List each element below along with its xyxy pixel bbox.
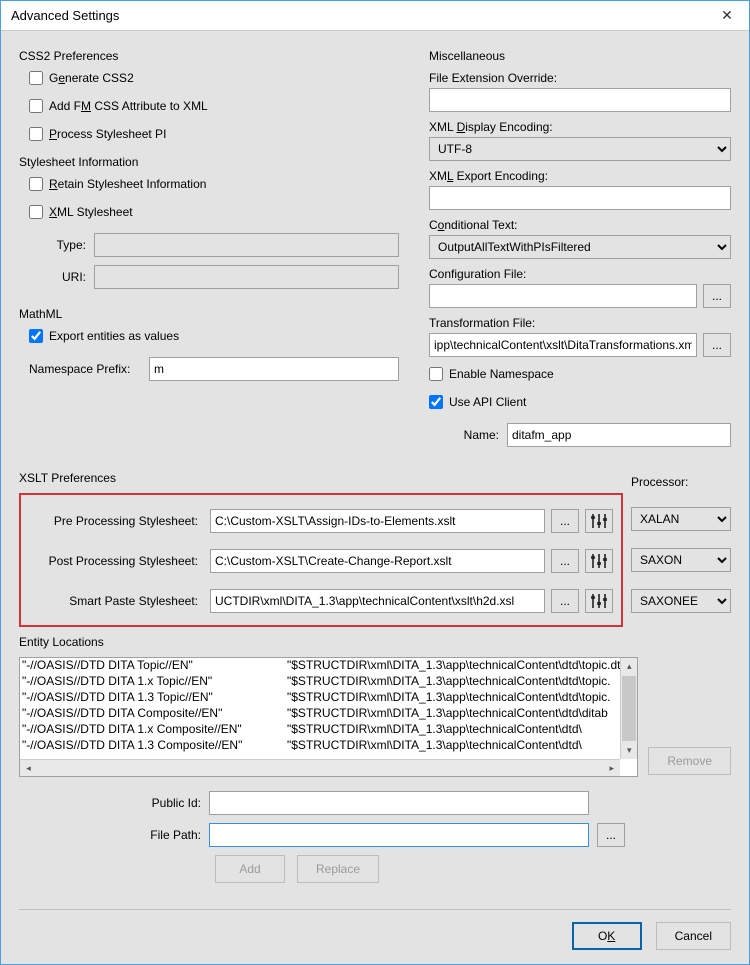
config-file-input[interactable] bbox=[429, 284, 697, 308]
entity-section-title: Entity Locations bbox=[19, 635, 731, 649]
display-encoding-select[interactable]: UTF-8 bbox=[429, 137, 731, 161]
file-ext-label: File Extension Override: bbox=[429, 71, 731, 85]
conditional-text-label: Conditional Text: bbox=[429, 218, 731, 232]
retain-stylesheet-checkbox[interactable] bbox=[29, 177, 43, 191]
use-api-client-label: Use API Client bbox=[449, 395, 526, 409]
add-button[interactable]: Add bbox=[215, 855, 285, 883]
sliders-icon bbox=[590, 512, 608, 530]
process-stylesheet-pi-checkbox[interactable] bbox=[29, 127, 43, 141]
file-path-input[interactable] bbox=[209, 823, 589, 847]
export-encoding-label: XML Export Encoding: bbox=[429, 169, 731, 183]
scroll-down-icon: ▾ bbox=[621, 742, 637, 759]
close-button[interactable]: ✕ bbox=[707, 2, 747, 30]
list-item: "-//OASIS//DTD DITA 1.3 Topic//EN""$STRU… bbox=[22, 690, 637, 706]
generate-css2-label: Generate CSS2 bbox=[49, 71, 134, 85]
display-encoding-label: XML Display Encoding: bbox=[429, 120, 731, 134]
list-item: "-//OASIS//DTD DITA Composite//EN""$STRU… bbox=[22, 706, 637, 722]
horizontal-scrollbar[interactable]: ◂ ▸ bbox=[20, 759, 620, 776]
smart-paste-input[interactable] bbox=[210, 589, 545, 613]
file-ext-input[interactable] bbox=[429, 88, 731, 112]
type-label: Type: bbox=[19, 238, 94, 252]
smart-paste-processor-select[interactable]: SAXONEE bbox=[631, 589, 731, 613]
export-entities-label: Export entities as values bbox=[49, 329, 179, 343]
api-name-label: Name: bbox=[449, 428, 507, 442]
scroll-left-icon: ◂ bbox=[20, 760, 37, 776]
ellipsis-icon: ... bbox=[712, 289, 722, 303]
cancel-button[interactable]: Cancel bbox=[656, 922, 731, 950]
pre-processing-input[interactable] bbox=[210, 509, 545, 533]
use-api-client-checkbox[interactable] bbox=[429, 395, 443, 409]
config-file-browse-button[interactable]: ... bbox=[703, 284, 731, 308]
pre-processing-settings-button[interactable] bbox=[585, 509, 613, 533]
xslt-section-title: XSLT Preferences bbox=[19, 471, 621, 485]
namespace-prefix-input[interactable] bbox=[149, 357, 399, 381]
ellipsis-icon: ... bbox=[606, 828, 616, 842]
xslt-highlight-box: Pre Processing Stylesheet: ... Post Proc… bbox=[19, 493, 623, 627]
generate-css2-checkbox[interactable] bbox=[29, 71, 43, 85]
public-id-label: Public Id: bbox=[19, 796, 209, 810]
replace-button[interactable]: Replace bbox=[297, 855, 379, 883]
file-path-label: File Path: bbox=[19, 828, 209, 842]
post-processing-label: Post Processing Stylesheet: bbox=[29, 554, 204, 568]
transformation-file-browse-button[interactable]: ... bbox=[703, 333, 731, 357]
footer: OK Cancel bbox=[19, 909, 731, 950]
pre-processing-label: Pre Processing Stylesheet: bbox=[29, 514, 204, 528]
ellipsis-icon: ... bbox=[560, 594, 570, 608]
namespace-prefix-label: Namespace Prefix: bbox=[29, 362, 149, 376]
post-processing-input[interactable] bbox=[210, 549, 545, 573]
mathml-section-title: MathML bbox=[19, 307, 399, 321]
list-item: "-//OASIS//DTD DITA 1.x Topic//EN""$STRU… bbox=[22, 674, 637, 690]
add-fm-css-checkbox[interactable] bbox=[29, 99, 43, 113]
smart-paste-browse-button[interactable]: ... bbox=[551, 589, 579, 613]
public-id-input[interactable] bbox=[209, 791, 589, 815]
sliders-icon bbox=[590, 592, 608, 610]
list-item: "-//OASIS//DTD DITA 1.x Composite//EN""$… bbox=[22, 722, 637, 738]
post-processing-browse-button[interactable]: ... bbox=[551, 549, 579, 573]
enable-namespace-label: Enable Namespace bbox=[449, 367, 554, 381]
list-item: "-//OASIS//DTD DITA 1.3 Composite//EN""$… bbox=[22, 738, 637, 754]
sliders-icon bbox=[590, 552, 608, 570]
scroll-up-icon: ▴ bbox=[621, 658, 637, 675]
smart-paste-settings-button[interactable] bbox=[585, 589, 613, 613]
file-path-browse-button[interactable]: ... bbox=[597, 823, 625, 847]
ok-button[interactable]: OK bbox=[572, 922, 642, 950]
pre-processor-select[interactable]: XALAN bbox=[631, 507, 731, 531]
remove-button[interactable]: Remove bbox=[648, 747, 731, 775]
entity-listbox[interactable]: "-//OASIS//DTD DITA Topic//EN""$STRUCTDI… bbox=[19, 657, 638, 777]
xml-stylesheet-checkbox[interactable] bbox=[29, 205, 43, 219]
type-input[interactable] bbox=[94, 233, 399, 257]
transformation-file-label: Transformation File: bbox=[429, 316, 731, 330]
xml-stylesheet-label: XML Stylesheet bbox=[49, 205, 133, 219]
uri-input[interactable] bbox=[94, 265, 399, 289]
conditional-text-select[interactable]: OutputAllTextWithPIsFiltered bbox=[429, 235, 731, 259]
pre-processing-browse-button[interactable]: ... bbox=[551, 509, 579, 533]
list-item: "-//OASIS//DTD DITA Topic//EN""$STRUCTDI… bbox=[22, 658, 637, 674]
processor-label: Processor: bbox=[631, 475, 731, 489]
process-stylesheet-pi-label: Process Stylesheet PI bbox=[49, 127, 166, 141]
add-fm-css-label: Add FM CSS Attribute to XML bbox=[49, 99, 208, 113]
close-icon: ✕ bbox=[721, 7, 733, 24]
ellipsis-icon: ... bbox=[560, 554, 570, 568]
uri-label: URI: bbox=[19, 270, 94, 284]
retain-stylesheet-label: Retain Stylesheet Information bbox=[49, 177, 206, 191]
post-processor-select[interactable]: SAXON bbox=[631, 548, 731, 572]
ellipsis-icon: ... bbox=[560, 514, 570, 528]
export-entities-checkbox[interactable] bbox=[29, 329, 43, 343]
window-title: Advanced Settings bbox=[11, 8, 119, 23]
smart-paste-label: Smart Paste Stylesheet: bbox=[29, 594, 204, 608]
enable-namespace-checkbox[interactable] bbox=[429, 367, 443, 381]
vertical-scrollbar[interactable]: ▴ ▾ bbox=[620, 658, 637, 759]
post-processing-settings-button[interactable] bbox=[585, 549, 613, 573]
titlebar: Advanced Settings ✕ bbox=[1, 1, 749, 31]
misc-section-title: Miscellaneous bbox=[429, 49, 731, 63]
css2-section-title: CSS2 Preferences bbox=[19, 49, 399, 63]
api-name-input[interactable] bbox=[507, 423, 731, 447]
config-file-label: Configuration File: bbox=[429, 267, 731, 281]
ellipsis-icon: ... bbox=[712, 338, 722, 352]
stylesheet-section-title: Stylesheet Information bbox=[19, 155, 399, 169]
transformation-file-input[interactable] bbox=[429, 333, 697, 357]
export-encoding-input[interactable] bbox=[429, 186, 731, 210]
scroll-right-icon: ▸ bbox=[603, 760, 620, 776]
